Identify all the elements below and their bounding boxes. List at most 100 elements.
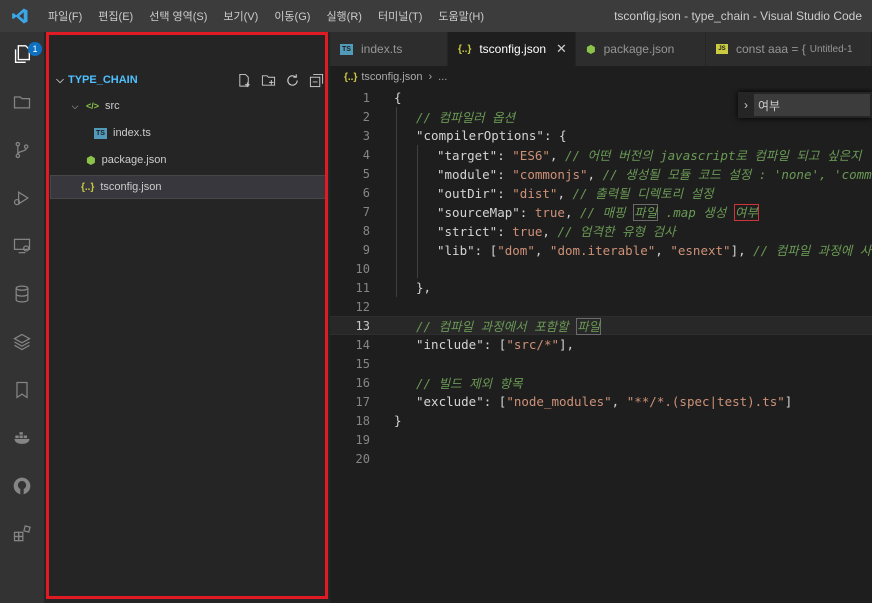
remote-explorer-icon[interactable] (10, 234, 34, 258)
code-comment: // 출력될 디렉토리 설정 (572, 186, 714, 201)
chevron-right-icon[interactable]: › (738, 98, 754, 112)
menu-selection[interactable]: 선택 영역(S) (141, 8, 215, 24)
tab-label: package.json (603, 42, 675, 56)
explorer-badge: 1 (28, 42, 42, 56)
line-number: 11 (355, 280, 370, 295)
line-number: 1 (362, 90, 370, 105)
menu-view[interactable]: 보기(V) (215, 8, 266, 24)
database-icon[interactable] (10, 282, 34, 306)
code-comment: .map 생성 (658, 205, 734, 220)
run-debug-icon[interactable] (10, 186, 34, 210)
line-number: 7 (362, 204, 370, 219)
search-match: 파일 (576, 318, 602, 335)
search-match: 파일 (633, 204, 659, 221)
json-key: "outDir" (437, 186, 498, 201)
tab-description: Untitled-1 (809, 43, 853, 55)
code-comment: // 어떤 버전의 javascript로 컴파일 되고 싶은지 (564, 148, 862, 163)
menu-bar: 파일(F) 편집(E) 선택 영역(S) 보기(V) 이동(G) 실행(R) 터… (40, 8, 492, 24)
line-number: 15 (355, 356, 370, 371)
json-value: "commonjs" (512, 167, 588, 182)
json-value: "ES6" (512, 148, 550, 163)
breadcrumb-file[interactable]: tsconfig.json (361, 71, 422, 83)
tab-label: tsconfig.json (479, 42, 547, 56)
activity-bar: 1 (0, 32, 44, 603)
bookmark-icon[interactable] (10, 378, 34, 402)
close-icon[interactable]: ✕ (556, 41, 567, 57)
current-line: 13 // 컴파일 과정에서 포함할 파일 (330, 316, 872, 335)
json-file-icon: {..} (458, 43, 472, 55)
folder-icon[interactable] (10, 90, 34, 114)
tab-untitled-1[interactable]: JS const aaa = { Untitled-1 (706, 32, 872, 66)
json-key: "lib" (437, 243, 475, 258)
layers-icon[interactable] (10, 330, 34, 354)
line-number: 3 (362, 128, 370, 143)
json-key: "strict" (437, 224, 498, 239)
line-number: 18 (355, 413, 370, 428)
menu-help[interactable]: 도움말(H) (430, 8, 492, 24)
json-value: "dom" (497, 243, 535, 258)
line-number: 8 (362, 223, 370, 238)
breadcrumb-rest[interactable]: ... (438, 71, 447, 83)
line-number: 14 (355, 337, 370, 352)
menu-terminal[interactable]: 터미널(T) (370, 8, 430, 24)
json-key: "sourceMap" (437, 205, 520, 220)
menu-file[interactable]: 파일(F) (40, 8, 90, 24)
line-number: 5 (362, 166, 370, 181)
line-number: 9 (362, 242, 370, 257)
line-number: 12 (355, 299, 370, 314)
code-comment: // 빌드 제외 항목 (416, 376, 523, 391)
line-number: 10 (355, 261, 370, 276)
tab-index-ts[interactable]: TS index.ts (330, 32, 448, 66)
breadcrumb: {..} tsconfig.json › ... (330, 66, 872, 88)
json-key: "exclude" (416, 394, 484, 409)
json-file-icon: {..} (344, 71, 358, 83)
json-value: true (512, 224, 543, 239)
json-value: "src/*" (506, 337, 559, 352)
extensions-icon[interactable] (10, 522, 34, 546)
code-comment: // 컴파일 과정에 사용 (753, 243, 872, 258)
find-input[interactable]: 여부 (754, 94, 870, 116)
code-editor[interactable]: 1{ 2// 컴파일러 옵션 3 "compilerOptions": { 4 "t… (330, 88, 872, 603)
nodejs-file-icon: ⬢ (586, 43, 596, 56)
explorer-sidebar: ⌵ TYPE_CHAIN ⌵ </> src TS index.ts ⬢ pac… (44, 32, 330, 603)
json-key: "target" (437, 148, 498, 163)
search-match-current: 여부 (733, 204, 759, 221)
json-value: "dom.iterable" (549, 243, 656, 258)
json-value: true (534, 205, 565, 220)
source-control-icon[interactable] (10, 138, 34, 162)
line-number: 13 (355, 318, 370, 333)
docker-icon[interactable] (10, 426, 34, 450)
vscode-logo-icon (0, 0, 40, 32)
typescript-file-icon: TS (340, 43, 353, 55)
json-value: "node_modules" (506, 394, 612, 409)
tab-label: const aaa = { (736, 42, 806, 56)
line-number: 16 (355, 375, 370, 390)
code-comment: // 매핑 (580, 205, 634, 220)
line-number: 20 (355, 451, 370, 466)
line-number: 2 (362, 109, 370, 124)
code-comment: // 컴파일 과정에서 포함할 (416, 319, 577, 334)
code-comment: // 엄격한 유형 검사 (557, 224, 676, 239)
line-number: 17 (355, 394, 370, 409)
json-key: "include" (416, 337, 484, 352)
menu-run[interactable]: 실행(R) (318, 8, 370, 24)
code-comment: // 컴파일러 옵션 (416, 110, 516, 125)
tab-label: index.ts (361, 42, 403, 56)
line-number: 6 (362, 185, 370, 200)
line-number: 19 (355, 432, 370, 447)
menu-go[interactable]: 이동(G) (266, 8, 318, 24)
json-key: "compilerOptions" (416, 128, 544, 143)
tab-package-json[interactable]: ⬢ package.json (576, 32, 706, 66)
menu-edit[interactable]: 편집(E) (90, 8, 141, 24)
window-title: tsconfig.json - type_chain - Visual Stud… (614, 9, 862, 23)
json-value: "esnext" (670, 243, 731, 258)
find-widget: › 여부 (738, 92, 872, 118)
chevron-right-icon: › (428, 71, 433, 83)
json-value: "**/*.(spec|test).ts" (626, 394, 785, 409)
title-bar: 파일(F) 편집(E) 선택 영역(S) 보기(V) 이동(G) 실행(R) 터… (0, 0, 872, 32)
editor-tab-bar: TS index.ts {..} tsconfig.json ✕ ⬢ packa… (330, 32, 872, 66)
json-key: "module" (437, 167, 498, 182)
code-comment: // 생성될 모듈 코드 설정 : 'none', 'commo (602, 167, 872, 182)
github-icon[interactable] (10, 474, 34, 498)
tab-tsconfig-json[interactable]: {..} tsconfig.json ✕ (448, 32, 576, 66)
